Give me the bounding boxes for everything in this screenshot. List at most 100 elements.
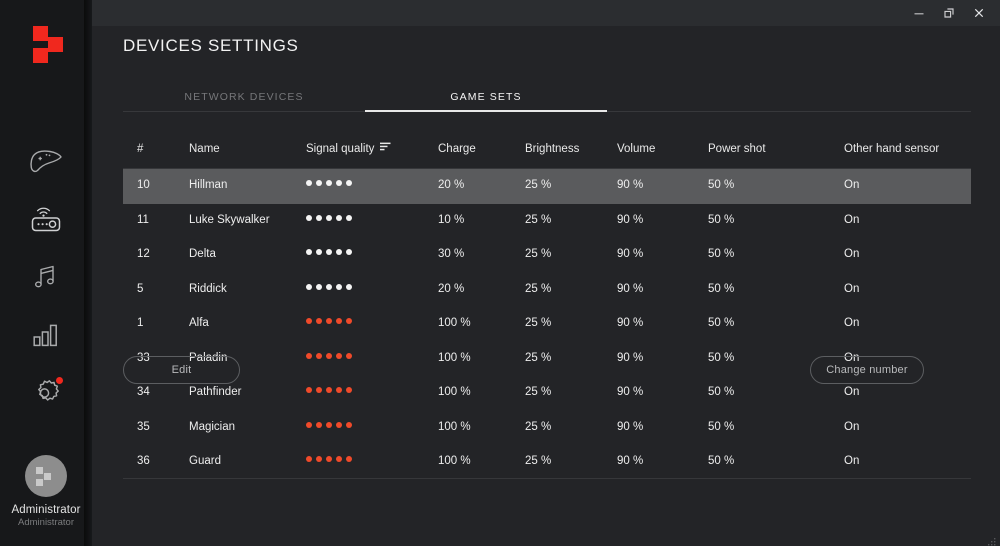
column-header-label: Signal quality [306, 143, 375, 156]
cell-brightness: 25 % [525, 386, 552, 398]
cell-volume: 90 % [617, 248, 644, 260]
table-bottom-divider [123, 478, 971, 479]
cell-brightness: 25 % [525, 213, 552, 226]
cell-signal [306, 283, 352, 290]
cell-num: 11 [137, 213, 149, 226]
close-button[interactable] [964, 0, 994, 26]
cell-othersensor: On [844, 179, 860, 191]
cell-charge: 100 % [438, 351, 471, 364]
cell-volume: 90 % [617, 179, 644, 191]
change-number-button[interactable]: Change number [810, 356, 924, 384]
cell-name: Magician [189, 420, 236, 433]
cell-num: 1 [137, 317, 144, 329]
cell-num: 12 [137, 248, 150, 260]
app-window: Administrator Administrator DEVICES SETT… [0, 0, 1000, 546]
signal-quality-dots [306, 421, 352, 428]
table-body: 10 Hillman 20 % 25 % 90 % 50 % On 11 Luke Skywal… [123, 169, 971, 479]
cell-signal [306, 179, 352, 186]
table-row[interactable]: 35 Magician 100 % 25 % 90 % 50 % On [123, 411, 971, 446]
sidebar-item-network-devices[interactable] [0, 190, 92, 248]
cell-brightness: 25 % [525, 179, 552, 191]
cell-charge: 20 % [438, 282, 465, 295]
tab-network-devices[interactable]: NETWORK DEVICES [123, 90, 365, 114]
cell-volume: 90 % [617, 420, 644, 433]
table-row[interactable]: 12 Delta 30 % 25 % 90 % 50 % On [123, 238, 971, 273]
user-name: Administrator [11, 504, 81, 516]
edit-button[interactable]: Edit [123, 356, 240, 384]
cell-signal [306, 214, 352, 221]
cell-othersensor: On [844, 248, 860, 260]
cell-name: Pathfinder [189, 386, 242, 398]
cell-othersensor: On [844, 317, 860, 329]
cell-name: Delta [189, 248, 216, 260]
cell-volume: 90 % [617, 213, 644, 226]
user-role: Administrator [18, 517, 74, 528]
close-icon [973, 7, 985, 19]
sidebar-item-game-devices[interactable] [0, 132, 92, 190]
sidebar-item-settings[interactable] [0, 364, 92, 422]
cell-brightness: 25 % [525, 420, 552, 433]
table-row[interactable]: 1 Alfa 100 % 25 % 90 % 50 % On [123, 307, 971, 342]
column-header-name: Name [189, 143, 220, 155]
cell-brightness: 25 % [525, 351, 552, 364]
cell-powershot: 50 % [708, 351, 735, 364]
sort-descending-icon[interactable] [380, 142, 391, 154]
column-header-label: Volume [617, 143, 656, 155]
restore-icon [943, 7, 955, 19]
cell-powershot: 50 % [708, 455, 735, 467]
resize-grip[interactable] [986, 533, 996, 546]
column-header-label: Charge [438, 143, 476, 155]
restore-button[interactable] [934, 0, 964, 26]
sidebar: Administrator Administrator [0, 0, 92, 546]
cell-charge: 30 % [438, 248, 465, 260]
notification-badge [56, 377, 63, 384]
cell-brightness: 25 % [525, 248, 552, 260]
cell-othersensor: On [844, 420, 860, 433]
cell-brightness: 25 % [525, 455, 552, 467]
cell-brightness: 25 % [525, 282, 552, 295]
table-row[interactable]: 5 Riddick 20 % 25 % 90 % 50 % On [123, 273, 971, 308]
cell-othersensor: On [844, 455, 860, 467]
cell-num: 36 [137, 455, 150, 467]
page-title: DEVICES SETTINGS [123, 36, 299, 55]
cell-volume: 90 % [617, 282, 644, 295]
signal-quality-dots [306, 352, 352, 359]
cell-othersensor: On [844, 282, 860, 295]
gamepad-icon [29, 148, 63, 174]
signal-quality-dots [306, 283, 352, 290]
user-profile[interactable]: Administrator Administrator [0, 455, 92, 528]
cell-charge: 100 % [438, 386, 471, 398]
cell-signal [306, 248, 352, 255]
cell-charge: 20 % [438, 179, 465, 191]
column-header-powershot: Power shot [708, 143, 766, 155]
minimize-button[interactable] [904, 0, 934, 26]
column-header-label: Brightness [525, 143, 580, 155]
cell-signal [306, 352, 352, 359]
cell-powershot: 50 % [708, 282, 735, 295]
cell-charge: 100 % [438, 420, 471, 433]
table-row[interactable]: 11 Luke Skywalker 10 % 25 % 90 % 50 % On [123, 204, 971, 239]
column-header-charge: Charge [438, 143, 476, 155]
cell-signal [306, 421, 352, 428]
cell-charge: 100 % [438, 455, 471, 467]
table-row[interactable]: 36 Guard 100 % 25 % 90 % 50 % On [123, 445, 971, 479]
cell-brightness: 25 % [525, 317, 552, 329]
cell-powershot: 50 % [708, 317, 735, 329]
window-titlebar [92, 0, 1000, 26]
cell-name: Hillman [189, 179, 228, 191]
cell-volume: 90 % [617, 455, 644, 467]
column-header-signal[interactable]: Signal quality [306, 142, 391, 156]
cell-name: Guard [189, 455, 221, 467]
cell-othersensor: On [844, 386, 860, 398]
cell-powershot: 50 % [708, 420, 735, 433]
signal-quality-dots [306, 318, 352, 324]
cell-charge: 100 % [438, 317, 471, 329]
table-row[interactable]: 10 Hillman 20 % 25 % 90 % 50 % On [123, 169, 971, 204]
bar-chart-icon [31, 322, 61, 348]
devices-table: # Name Signal quality Charge Brightness Volum… [123, 132, 971, 479]
cell-name: Luke Skywalker [189, 213, 270, 226]
sidebar-item-audio[interactable] [0, 248, 92, 306]
cell-signal [306, 455, 352, 462]
cell-charge: 10 % [438, 213, 465, 226]
sidebar-item-statistics[interactable] [0, 306, 92, 364]
